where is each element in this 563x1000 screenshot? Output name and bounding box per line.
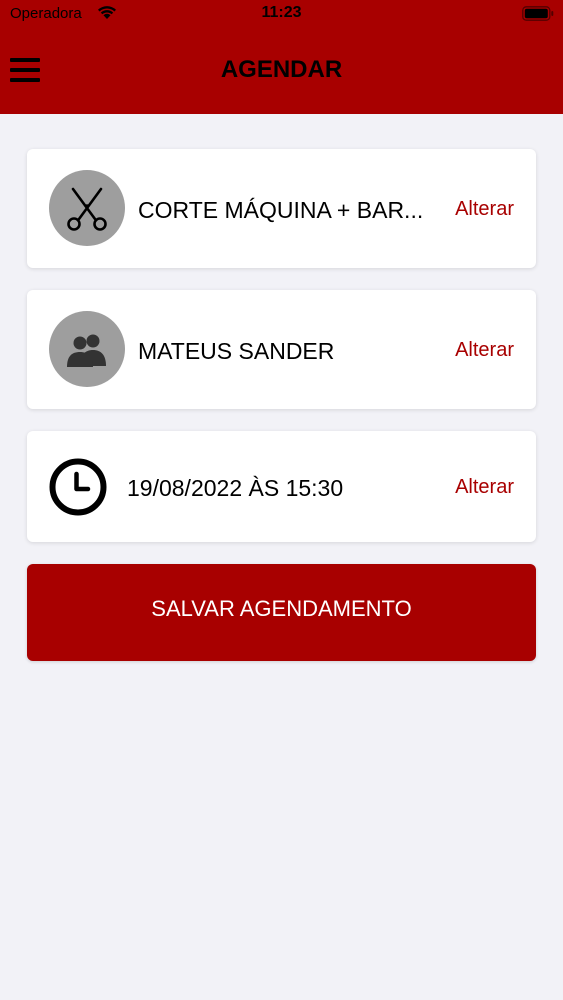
datetime-card: 19/08/2022 ÀS 15:30 Alterar [27, 431, 536, 542]
status-time: 11:23 [261, 4, 302, 21]
save-appointment-button[interactable]: SALVAR AGENDAMENTO [27, 564, 536, 661]
app-header: Operadora 11:23 AGENDAR [0, 0, 563, 114]
users-icon [49, 311, 125, 387]
service-card: CORTE MÁQUINA + BAR... Alterar [27, 149, 536, 268]
page-title: AGENDAR [220, 56, 343, 83]
professional-name: MATEUS SANDER [138, 338, 335, 364]
scissors-icon [49, 170, 125, 246]
appointment-datetime: 19/08/2022 ÀS 15:30 [127, 475, 344, 501]
battery-icon [522, 6, 554, 21]
status-bar: Operadora 11:23 [0, 0, 563, 30]
change-service-link[interactable]: Alterar [455, 198, 514, 221]
change-datetime-link[interactable]: Alterar [455, 476, 514, 499]
service-name: CORTE MÁQUINA + BAR... [138, 197, 424, 223]
clock-icon [48, 457, 108, 517]
professional-card: MATEUS SANDER Alterar [27, 290, 536, 409]
change-professional-link[interactable]: Alterar [455, 339, 514, 362]
